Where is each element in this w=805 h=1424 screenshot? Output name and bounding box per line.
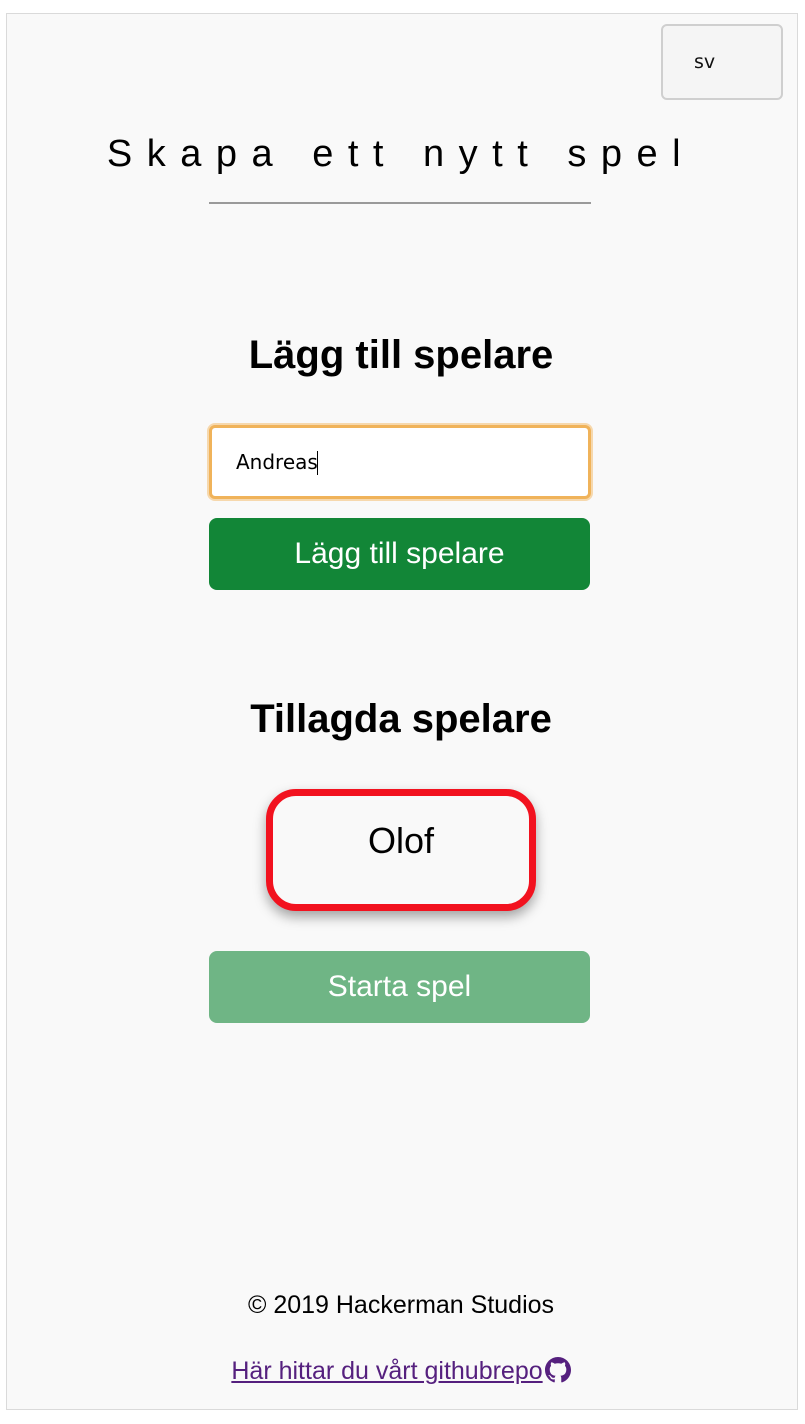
github-repo-link-text: Här hittar du vårt githubrepo [231, 1357, 543, 1385]
add-player-heading: Lägg till spelare [248, 333, 554, 377]
app-viewport: sv Skapa ett nytt spel Lägg till spelare… [6, 13, 798, 1410]
text-cursor [317, 451, 318, 475]
player-chip[interactable]: Olof [266, 789, 536, 911]
player-name-input[interactable] [209, 425, 591, 499]
added-players-heading: Tillagda spelare [250, 697, 552, 741]
github-repo-link[interactable]: Här hittar du vårt githubrepo [231, 1357, 542, 1385]
page-title: Skapa ett nytt spel [106, 133, 696, 175]
language-select-value: sv [694, 51, 716, 73]
github-icon[interactable] [544, 1357, 571, 1383]
add-player-button[interactable]: Lägg till spelare [209, 518, 590, 590]
footer-link-row: Här hittar du vårt githubrepo [7, 1354, 795, 1388]
title-divider [209, 202, 591, 204]
footer-copyright: © 2019 Hackerman Studios [247, 1291, 555, 1319]
language-select[interactable]: sv [661, 24, 783, 100]
start-game-button[interactable]: Starta spel [209, 951, 590, 1023]
